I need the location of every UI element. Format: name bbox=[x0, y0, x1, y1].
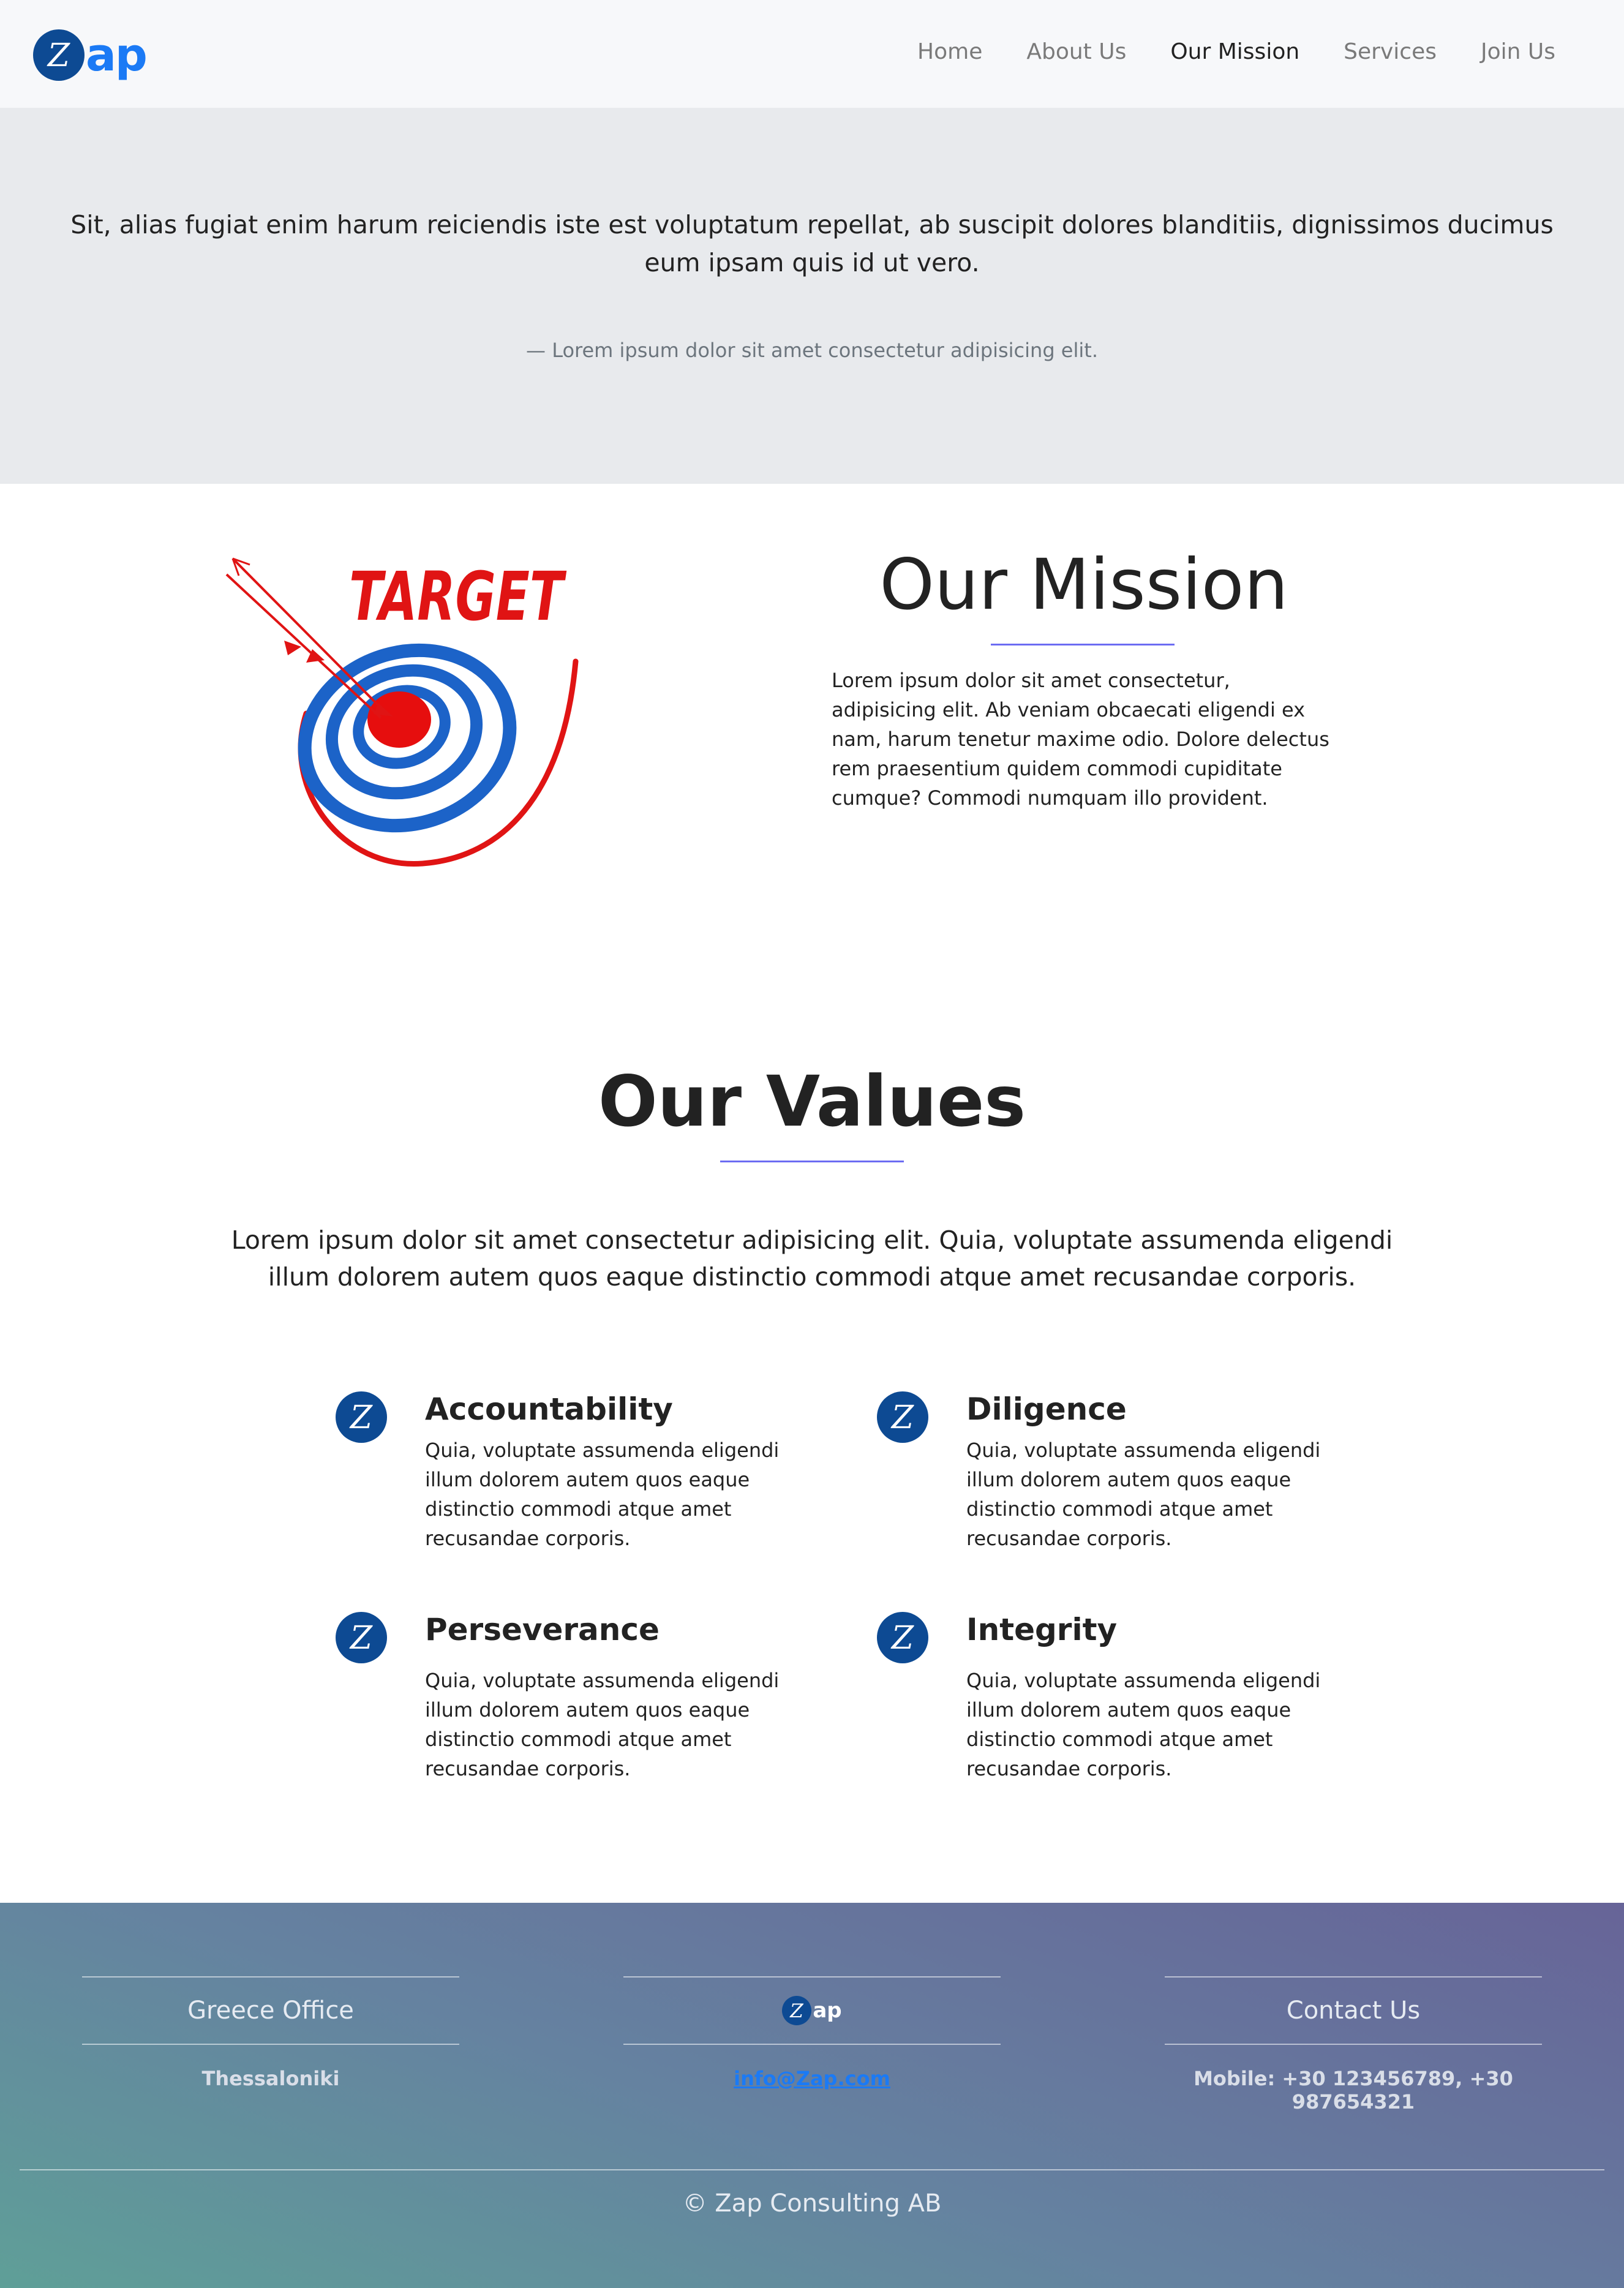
z-logo-icon: Z bbox=[336, 1612, 387, 1663]
footer-contact: Contact Us Mobile: +30 123456789, +30 98… bbox=[1165, 1976, 1542, 2113]
svg-text:Z: Z bbox=[890, 1620, 914, 1656]
z-logo-icon: Z bbox=[877, 1391, 928, 1443]
navbar: Z ap Home About Us Our Mission Services … bbox=[0, 0, 1624, 108]
divider bbox=[82, 2044, 459, 2045]
footer-contact-phones: Mobile: +30 123456789, +30 987654321 bbox=[1194, 2067, 1513, 2113]
mission-text: Lorem ipsum dolor sit amet consectetur, … bbox=[832, 669, 1329, 810]
nav-home[interactable]: Home bbox=[917, 39, 982, 64]
footer-divider bbox=[20, 2169, 1604, 2170]
quote-section: Sit, alias fugiat enim harum reiciendis … bbox=[0, 108, 1624, 484]
mission-title-underline bbox=[991, 644, 1175, 645]
svg-text:Z: Z bbox=[47, 37, 70, 73]
nav-services[interactable]: Services bbox=[1344, 39, 1437, 64]
divider bbox=[1165, 2044, 1542, 2045]
footer-office-heading: Greece Office bbox=[187, 1996, 354, 2025]
footer: Greece Office Thessaloniki Z ap info@Zap… bbox=[0, 1903, 1624, 2288]
nav-about-us[interactable]: About Us bbox=[1026, 39, 1126, 64]
value-description: Quia, voluptate assumenda eligendi illum… bbox=[425, 1439, 780, 1550]
nav-our-mission[interactable]: Our Mission bbox=[1170, 39, 1299, 64]
brand-logo[interactable]: Z ap bbox=[33, 29, 148, 81]
z-logo-icon: Z bbox=[336, 1391, 387, 1443]
value-title: Diligence bbox=[966, 1391, 1127, 1427]
mission-title: Our Mission bbox=[879, 544, 1288, 625]
logo-z-icon: Z bbox=[33, 29, 85, 81]
value-integrity: Z Integrity Quia, voluptate assumenda el… bbox=[877, 1608, 1358, 1783]
nav-join-us[interactable]: Join Us bbox=[1481, 39, 1555, 64]
value-description: Quia, voluptate assumenda eligendi illum… bbox=[966, 1669, 1321, 1780]
footer-center: Z ap info@Zap.com bbox=[623, 1976, 1001, 2090]
value-perseverance: Z Perseverance Quia, voluptate assumenda… bbox=[336, 1608, 817, 1783]
value-title: Perseverance bbox=[425, 1612, 660, 1647]
svg-text:Z: Z bbox=[349, 1620, 373, 1656]
value-description: Quia, voluptate assumenda eligendi illum… bbox=[425, 1669, 780, 1780]
footer-email-link[interactable]: info@Zap.com bbox=[623, 2067, 1001, 2090]
value-diligence: Z Diligence Quia, voluptate assumenda el… bbox=[877, 1388, 1358, 1553]
target-image: TARGET bbox=[220, 551, 588, 888]
value-description: Quia, voluptate assumenda eligendi illum… bbox=[966, 1439, 1321, 1550]
values-title-underline bbox=[720, 1161, 904, 1162]
svg-text:Z: Z bbox=[790, 2000, 805, 2022]
logo-z-icon: Z bbox=[782, 1996, 812, 2025]
svg-text:Z: Z bbox=[890, 1399, 914, 1436]
value-title: Accountability bbox=[425, 1391, 673, 1427]
quote-text: Sit, alias fugiat enim harum reiciendis … bbox=[70, 210, 1554, 277]
svg-text:TARGET: TARGET bbox=[349, 557, 567, 636]
svg-text:Z: Z bbox=[349, 1399, 373, 1436]
divider bbox=[623, 2044, 1001, 2045]
z-logo-icon: Z bbox=[877, 1612, 928, 1663]
footer-contact-heading: Contact Us bbox=[1286, 1996, 1421, 2025]
logo-text: ap bbox=[86, 29, 148, 81]
logo-text: ap bbox=[813, 1998, 842, 2023]
footer-logo[interactable]: Z ap bbox=[782, 1996, 842, 2025]
main-nav: Home About Us Our Mission Services Join … bbox=[917, 39, 1555, 64]
footer-office-city: Thessaloniki bbox=[201, 2067, 340, 2090]
value-accountability: Z Accountability Quia, voluptate assumen… bbox=[336, 1388, 817, 1553]
copyright: © Zap Consulting AB bbox=[682, 2189, 942, 2218]
footer-office: Greece Office Thessaloniki bbox=[82, 1976, 459, 2090]
values-intro: Lorem ipsum dolor sit amet consectetur a… bbox=[231, 1225, 1393, 1292]
value-title: Integrity bbox=[966, 1612, 1118, 1647]
quote-citation: — Lorem ipsum dolor sit amet consectetur… bbox=[526, 339, 1098, 362]
values-title: Our Values bbox=[598, 1061, 1026, 1142]
